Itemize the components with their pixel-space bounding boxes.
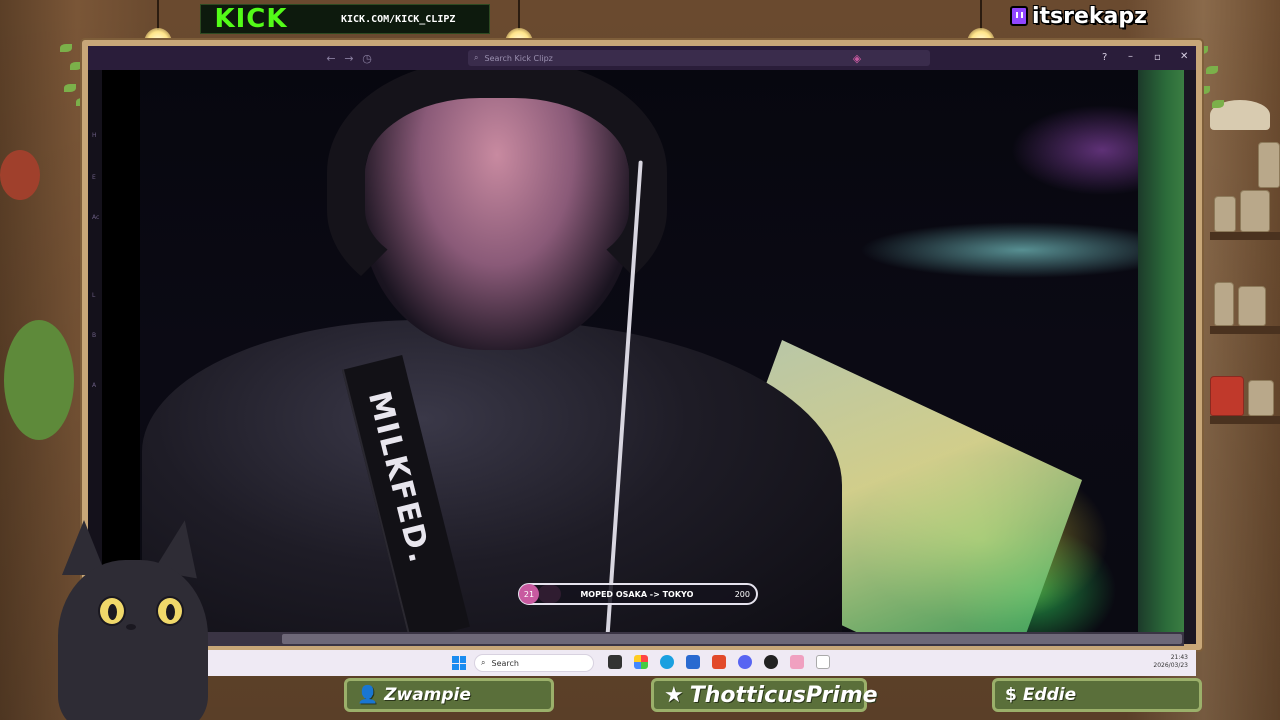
help-icon[interactable]: ?: [1102, 52, 1107, 63]
trip-progress-bar: 21 MOPED OSAKA -> TOKYO 200: [518, 583, 758, 605]
rail-item[interactable]: B: [92, 332, 96, 339]
shelf: [1210, 326, 1280, 334]
cat-nose: [126, 624, 136, 630]
viewer-name: Eddie: [1022, 685, 1077, 705]
shelf: [1210, 416, 1280, 424]
leaf: [1206, 66, 1218, 74]
video-edge: [1138, 70, 1184, 632]
search-icon: ⌕: [474, 53, 479, 62]
kick-logo: KICK: [214, 4, 288, 34]
edge-icon[interactable]: [660, 655, 674, 669]
jar: [1240, 190, 1270, 232]
system-clock[interactable]: 21:43 2026/03/23: [1153, 654, 1188, 670]
rail-item[interactable]: L: [92, 292, 95, 299]
potted-plant: [4, 320, 74, 440]
rail-item[interactable]: H: [92, 132, 97, 139]
scroll-thumb[interactable]: [282, 634, 1182, 644]
helmet: [327, 70, 667, 310]
clip-url: KICK.COM/KICK_CLIPZ: [341, 13, 456, 25]
dollar-icon: $: [1005, 685, 1017, 705]
discord-icon[interactable]: [738, 655, 752, 669]
rail-item[interactable]: E: [92, 174, 96, 181]
jar: [1248, 380, 1274, 416]
leaf: [64, 84, 76, 92]
hanging-lantern: [0, 150, 40, 200]
back-icon[interactable]: ←: [322, 52, 340, 65]
viewer-plate: 👤 Zwampie: [344, 678, 554, 712]
trip-label: MOPED OSAKA -> TOKYO: [580, 589, 694, 599]
brave-icon[interactable]: [712, 655, 726, 669]
clock-date: 2026/03/23: [1153, 662, 1188, 669]
viewer-plate: $ Eddie: [992, 678, 1202, 712]
taskbar-search[interactable]: ⌕ Search: [474, 654, 594, 672]
trip-current-count: 21: [519, 584, 539, 604]
clock-time: 21:43: [1170, 654, 1188, 661]
trip-progress-fill: [538, 585, 561, 603]
star-icon: ★: [664, 682, 684, 708]
rail-item[interactable]: A: [92, 382, 96, 389]
rail-item[interactable]: Ac: [92, 214, 99, 221]
jar: [1214, 282, 1234, 326]
cat-eye: [98, 596, 126, 626]
person-icon: 👤: [357, 685, 379, 705]
leaf: [1212, 100, 1224, 108]
cat-body: [58, 560, 208, 720]
cat-eye: [156, 596, 184, 626]
twitch-icon: [1010, 6, 1028, 26]
jar: [1214, 196, 1236, 232]
history-icon[interactable]: ◷: [358, 52, 376, 65]
channel-name: itsrekapz: [1032, 3, 1147, 29]
forward-icon[interactable]: →: [340, 52, 358, 65]
horizontal-scrollbar[interactable]: [102, 632, 1184, 646]
browser-toolbar: ← → ◷ ⌕ Search Kick Clipz ◈ ? – ▫ ✕: [88, 46, 1196, 70]
taskbar-search-placeholder: Search: [491, 658, 519, 668]
jar: [1238, 286, 1266, 326]
channel-badge: itsrekapz: [1010, 2, 1147, 30]
viewer-name: Zwampie: [384, 685, 471, 705]
bulb-wire: [980, 0, 982, 30]
obs-icon[interactable]: [764, 655, 778, 669]
jar: [1210, 376, 1244, 416]
extension-icon[interactable]: ◈: [848, 52, 866, 65]
copilot-icon[interactable]: [634, 655, 648, 669]
bulb-wire: [157, 0, 159, 30]
minimize-icon[interactable]: –: [1128, 51, 1133, 62]
video-player[interactable]: MILKFED.: [102, 70, 1184, 632]
bulb-wire: [518, 0, 520, 30]
trip-goal-count: 200: [734, 589, 750, 599]
viewer-name: ThotticusPrime: [689, 682, 878, 708]
leaf: [70, 62, 82, 70]
windows-start-icon[interactable]: [452, 656, 466, 670]
restore-icon[interactable]: ▫: [1154, 52, 1161, 63]
search-icon: ⌕: [481, 658, 486, 667]
close-icon[interactable]: ✕: [1180, 51, 1188, 62]
cat-avatar: [48, 500, 218, 720]
file-icon[interactable]: [816, 655, 830, 669]
leaf: [60, 44, 72, 52]
taskbar: ⌕ Search 21:43 2026/03/23: [196, 650, 1196, 676]
store-icon[interactable]: [686, 655, 700, 669]
viewer-plate: ★ ThotticusPrime: [651, 678, 878, 712]
shelf: [1210, 232, 1280, 240]
kick-banner: KICK KICK.COM/KICK_CLIPZ: [200, 4, 490, 34]
browser-search-placeholder: Search Kick Clipz: [484, 53, 553, 63]
task-view-icon[interactable]: [608, 655, 622, 669]
app-icon[interactable]: [790, 655, 804, 669]
jar: [1258, 142, 1280, 188]
